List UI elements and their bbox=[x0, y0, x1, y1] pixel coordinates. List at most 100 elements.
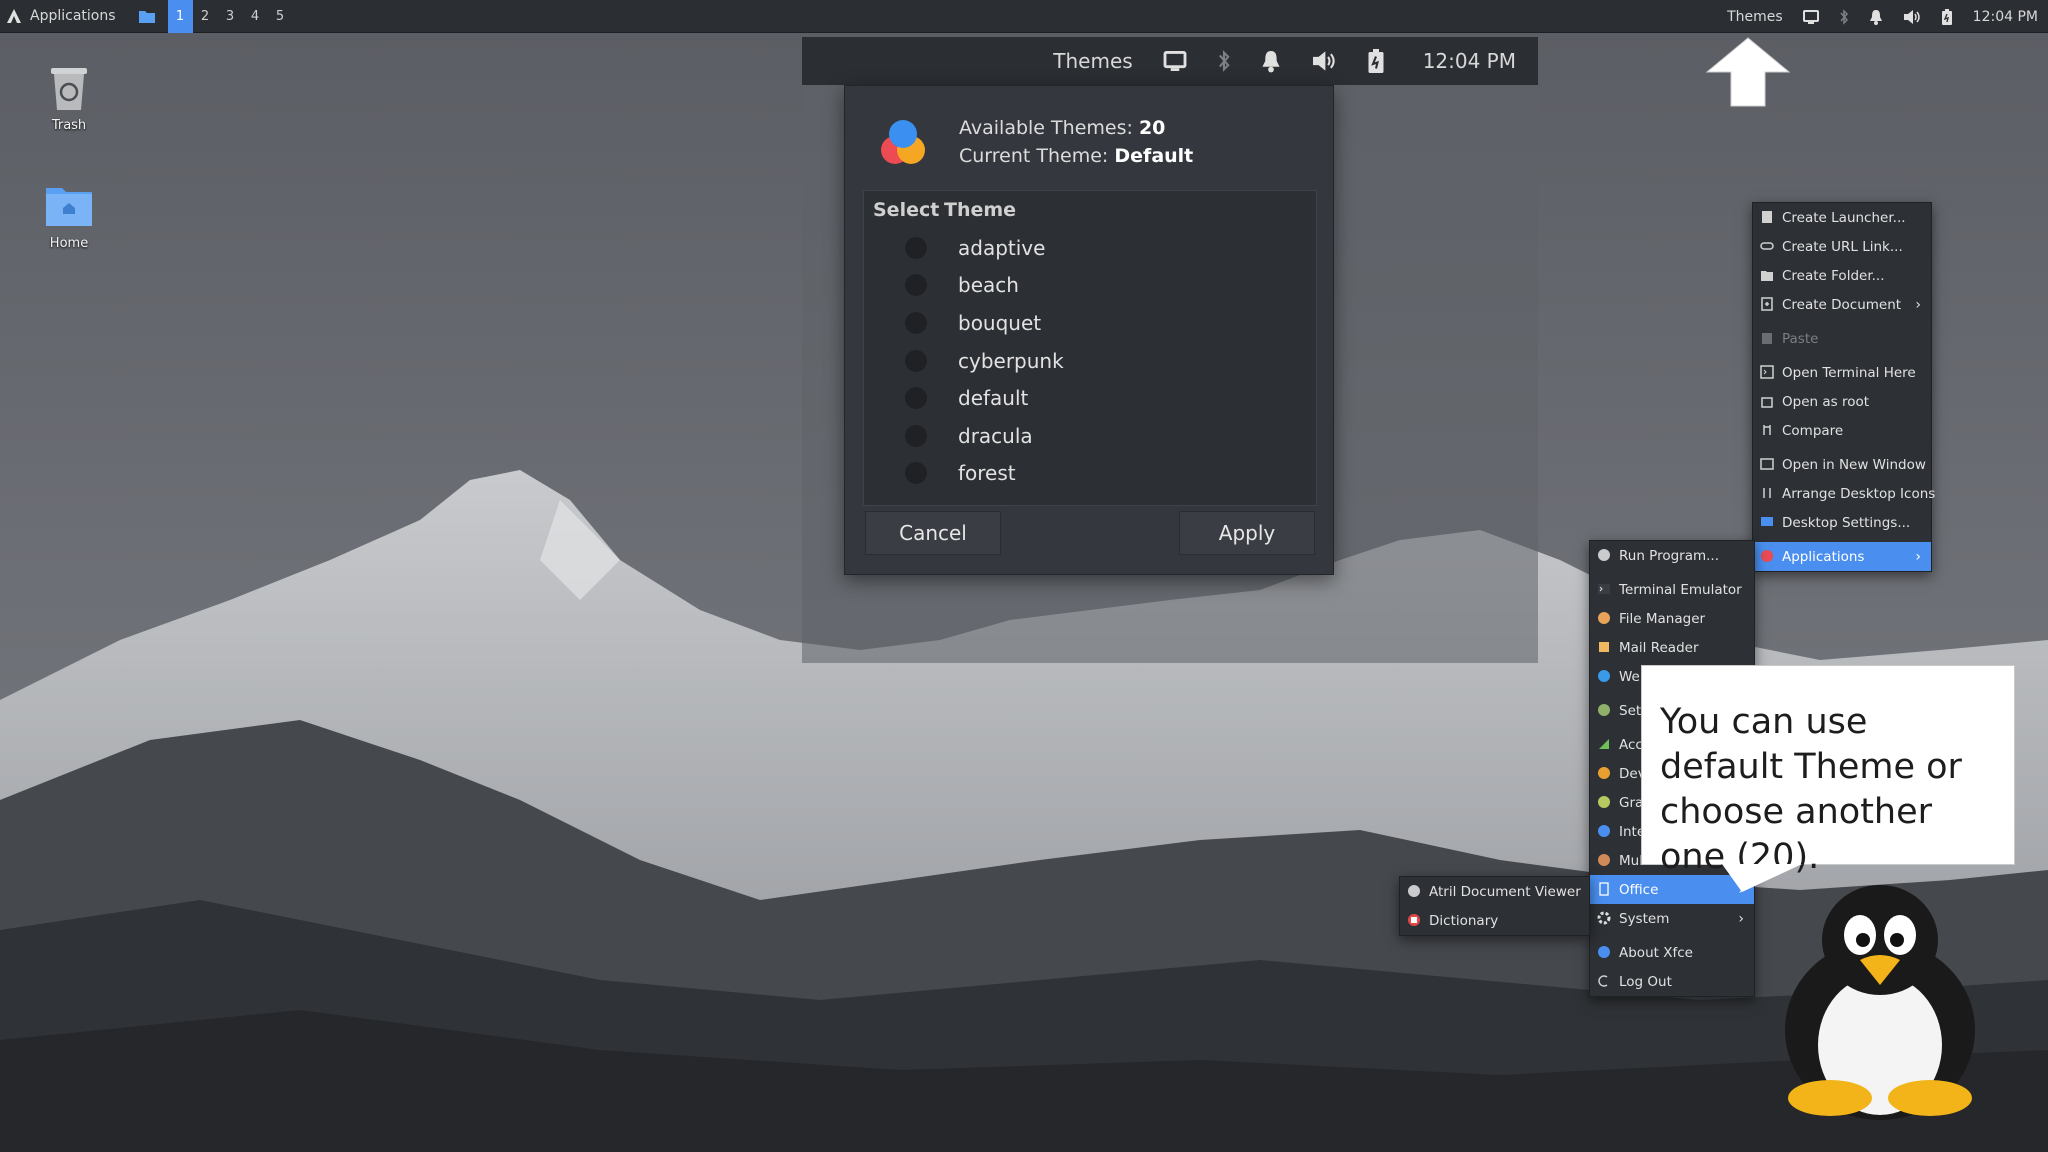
column-header-select[interactable]: Select bbox=[864, 199, 944, 221]
theme-list[interactable]: Select Theme adaptive beach bouquet cybe… bbox=[863, 190, 1317, 506]
folder-icon[interactable] bbox=[138, 8, 156, 24]
column-header-theme[interactable]: Theme bbox=[944, 199, 1016, 221]
folder-icon bbox=[1761, 271, 1773, 281]
menu-item-paste[interactable]: Paste bbox=[1753, 324, 1931, 353]
menu-item-about-xfce[interactable]: About Xfce bbox=[1590, 938, 1754, 967]
theme-row-forest[interactable]: forest bbox=[864, 455, 1316, 493]
theme-name: dracula bbox=[958, 423, 1033, 448]
themes-panel-label[interactable]: Themes bbox=[1727, 9, 1783, 25]
applications-menu-button[interactable]: Applications bbox=[0, 8, 116, 24]
workspace-3[interactable]: 3 bbox=[218, 0, 243, 33]
paste-icon bbox=[1762, 333, 1772, 344]
menu-item-open-terminal[interactable]: Open Terminal Here bbox=[1753, 358, 1931, 387]
menu-item-create-document[interactable]: Create Document › bbox=[1753, 290, 1931, 319]
battery-icon[interactable] bbox=[1367, 49, 1385, 73]
workspace-2[interactable]: 2 bbox=[193, 0, 218, 33]
themes-dialog: Available Themes: 20 Current Theme: Defa… bbox=[844, 85, 1334, 575]
theme-radio[interactable] bbox=[905, 349, 927, 372]
tutorial-callout: You can use default Theme or choose anot… bbox=[1641, 665, 2015, 877]
theme-radio[interactable] bbox=[905, 424, 927, 447]
theme-row-default[interactable]: default bbox=[864, 379, 1316, 417]
multimedia-icon bbox=[1598, 854, 1610, 866]
workspace-5[interactable]: 5 bbox=[268, 0, 293, 33]
theme-radio[interactable] bbox=[905, 274, 927, 297]
development-icon bbox=[1598, 767, 1610, 779]
menu-item-label: Create Document bbox=[1782, 296, 1902, 313]
panel-tray: Themes 12:04 PM bbox=[1727, 0, 2048, 33]
link-icon bbox=[1760, 242, 1774, 250]
system-icon bbox=[1597, 911, 1611, 925]
display-icon[interactable] bbox=[1802, 9, 1819, 24]
workspace-1[interactable]: 1 bbox=[167, 0, 193, 33]
terminal-icon bbox=[1760, 365, 1774, 379]
run-icon bbox=[1598, 549, 1610, 561]
menu-item-label: About Xfce bbox=[1619, 944, 1693, 961]
applications-label: Applications bbox=[30, 8, 116, 24]
theme-radio[interactable] bbox=[905, 387, 927, 410]
menu-item-label: Create Launcher... bbox=[1782, 209, 1906, 226]
theme-name: forest bbox=[958, 461, 1016, 486]
document-viewer-icon bbox=[1408, 885, 1420, 897]
theme-row-bouquet[interactable]: bouquet bbox=[864, 304, 1316, 342]
menu-item-log-out[interactable]: Log Out bbox=[1590, 967, 1754, 996]
bell-icon[interactable] bbox=[1869, 9, 1883, 25]
menu-item-create-url-link[interactable]: Create URL Link... bbox=[1753, 232, 1931, 261]
menu-item-system[interactable]: System › bbox=[1590, 904, 1754, 933]
menu-item-label: Open Terminal Here bbox=[1782, 364, 1916, 381]
apply-button[interactable]: Apply bbox=[1179, 511, 1315, 555]
menu-item-label: Open as root bbox=[1782, 393, 1870, 410]
arrange-icon bbox=[1763, 488, 1771, 498]
workspace-4[interactable]: 4 bbox=[243, 0, 268, 33]
panel-clock[interactable]: 12:04 PM bbox=[1973, 9, 2038, 25]
volume-icon[interactable] bbox=[1903, 9, 1921, 25]
accessories-icon bbox=[1599, 739, 1609, 749]
file-manager-icon bbox=[1598, 612, 1610, 624]
theme-row-adaptive[interactable]: adaptive bbox=[864, 229, 1316, 267]
menu-item-atril[interactable]: Atril Document Viewer bbox=[1400, 877, 1589, 906]
menu-item-label: Log Out bbox=[1619, 973, 1672, 990]
bell-icon[interactable] bbox=[1261, 49, 1281, 73]
menu-item-applications[interactable]: Applications › bbox=[1753, 542, 1931, 571]
menu-item-terminal-emulator[interactable]: Terminal Emulator bbox=[1590, 575, 1754, 604]
menu-item-arrange-icons[interactable]: Arrange Desktop Icons bbox=[1753, 479, 1935, 508]
menu-item-desktop-settings[interactable]: Desktop Settings... bbox=[1753, 508, 1931, 537]
menu-item-compare[interactable]: Compare bbox=[1753, 416, 1931, 445]
zoomed-panel: Themes 12:04 PM bbox=[802, 37, 1538, 85]
home-desktop-icon[interactable]: Home bbox=[19, 182, 119, 251]
top-panel: Applications 1 2 3 4 5 Themes 12:04 PM bbox=[0, 0, 2048, 33]
menu-item-dictionary[interactable]: Dictionary bbox=[1400, 906, 1589, 935]
theme-radio[interactable] bbox=[905, 236, 927, 259]
menu-item-label: Mail Reader bbox=[1619, 639, 1699, 656]
display-icon[interactable] bbox=[1163, 51, 1187, 71]
panel-clock-zoomed[interactable]: 12:04 PM bbox=[1423, 49, 1516, 73]
root-icon bbox=[1761, 397, 1773, 408]
theme-row-dracula[interactable]: dracula bbox=[864, 417, 1316, 455]
tux-penguin-icon bbox=[1785, 885, 1975, 1120]
cancel-button[interactable]: Cancel bbox=[865, 511, 1001, 555]
menu-item-create-launcher[interactable]: Create Launcher... bbox=[1753, 203, 1931, 232]
menu-item-open-new-window[interactable]: Open in New Window bbox=[1753, 450, 1931, 479]
bluetooth-icon[interactable] bbox=[1839, 8, 1849, 25]
menu-item-label: Create Folder... bbox=[1782, 267, 1885, 284]
trash-label: Trash bbox=[51, 118, 87, 133]
desktop-context-menu: Create Launcher... Create URL Link... Cr… bbox=[1752, 202, 1935, 572]
bluetooth-icon[interactable] bbox=[1217, 49, 1231, 73]
menu-item-run-program[interactable]: Run Program... bbox=[1590, 541, 1754, 570]
theme-radio[interactable] bbox=[905, 462, 927, 485]
applications-icon bbox=[1761, 550, 1773, 562]
volume-icon[interactable] bbox=[1311, 50, 1337, 72]
trash-icon bbox=[51, 68, 87, 110]
theme-row-beach[interactable]: beach bbox=[864, 267, 1316, 305]
menu-item-label: Dictionary bbox=[1429, 912, 1499, 929]
menu-item-open-as-root[interactable]: Open as root bbox=[1753, 387, 1931, 416]
themes-panel-label-zoomed[interactable]: Themes bbox=[1053, 49, 1132, 73]
menu-item-mail-reader[interactable]: Mail Reader bbox=[1590, 633, 1754, 662]
theme-radio[interactable] bbox=[905, 311, 927, 334]
menu-item-label: Compare bbox=[1782, 422, 1844, 439]
menu-item-file-manager[interactable]: File Manager bbox=[1590, 604, 1754, 633]
theme-row-cyberpunk[interactable]: cyberpunk bbox=[864, 342, 1316, 380]
battery-icon[interactable] bbox=[1941, 8, 1953, 25]
menu-item-create-folder[interactable]: Create Folder... bbox=[1753, 261, 1931, 290]
theme-name: beach bbox=[958, 273, 1019, 298]
trash-desktop-icon[interactable]: Trash bbox=[19, 62, 119, 133]
